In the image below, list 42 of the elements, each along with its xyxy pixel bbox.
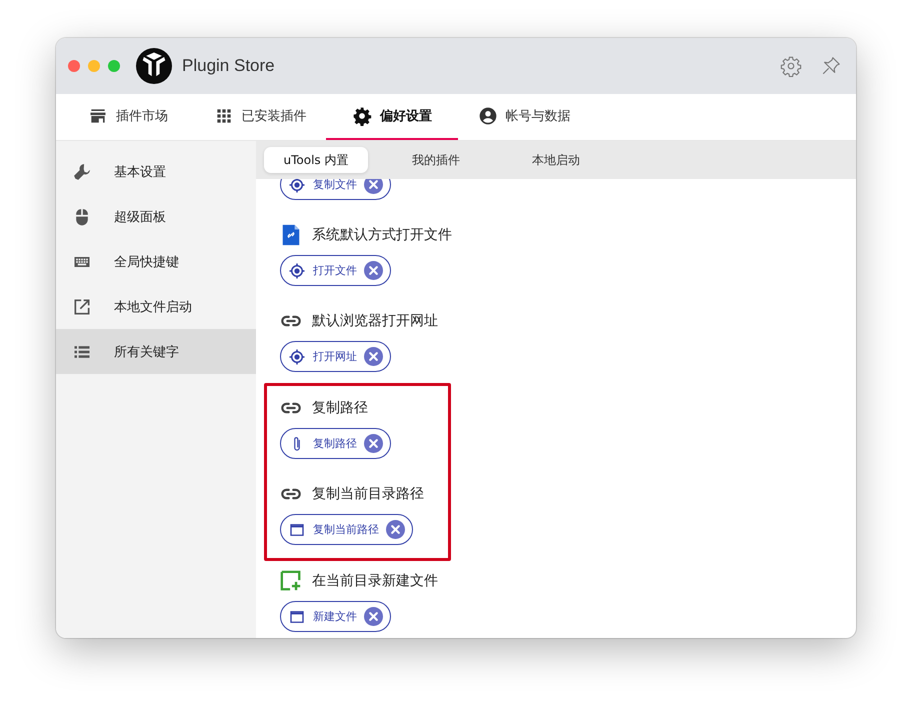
keyword-chip[interactable]: 新建文件 xyxy=(280,601,391,632)
pin-icon[interactable] xyxy=(820,55,842,77)
file-icon xyxy=(280,224,302,246)
target-icon xyxy=(288,179,306,194)
keyword-chip[interactable]: 复制当前路径 xyxy=(280,514,413,545)
logo-icon xyxy=(136,48,172,84)
account-icon xyxy=(478,106,498,126)
remove-icon[interactable] xyxy=(364,261,383,280)
sidebar-item[interactable]: 基本设置 xyxy=(56,149,256,194)
keyword-title: 复制当前目录路径 xyxy=(312,485,424,503)
target-icon xyxy=(288,262,306,280)
subtab[interactable]: uTools 内置 xyxy=(264,147,368,173)
remove-icon[interactable] xyxy=(364,434,383,453)
subtab[interactable]: 本地启动 xyxy=(504,147,608,173)
settings-icon[interactable] xyxy=(780,55,802,77)
remove-icon[interactable] xyxy=(364,179,383,194)
keyword-title: 系统默认方式打开文件 xyxy=(312,226,452,244)
sidebar-item[interactable]: 本地文件启动 xyxy=(56,284,256,329)
subtab[interactable]: 我的插件 xyxy=(384,147,488,173)
tab[interactable]: 帐号与数据 xyxy=(458,94,590,140)
remove-icon[interactable] xyxy=(364,607,383,626)
tab[interactable]: 插件市场 xyxy=(62,94,194,140)
keyword-title: 在当前目录新建文件 xyxy=(312,572,438,590)
target-icon xyxy=(288,348,306,366)
add-file-icon xyxy=(280,570,302,592)
sidebar-item[interactable]: 所有关键字 xyxy=(56,329,256,374)
keyword-title: 默认浏览器打开网址 xyxy=(312,312,438,330)
keyword-chip[interactable]: 打开文件 xyxy=(280,255,391,286)
tab[interactable]: 已安装插件 xyxy=(194,94,326,140)
keyword-chip[interactable]: 复制文件 xyxy=(280,179,391,200)
sidebar-item[interactable]: 全局快捷键 xyxy=(56,239,256,284)
wrench-icon xyxy=(72,162,92,182)
window-title: Plugin Store xyxy=(182,56,275,76)
keyword-title: 复制路径 xyxy=(312,399,368,417)
keyword-chip[interactable]: 复制路径 xyxy=(280,428,391,459)
remove-icon[interactable] xyxy=(364,347,383,366)
close-button[interactable] xyxy=(68,60,80,72)
gear-icon xyxy=(352,106,372,126)
external-link-icon xyxy=(72,296,92,316)
keyword-chip[interactable]: 打开网址 xyxy=(280,341,391,372)
remove-icon[interactable] xyxy=(386,520,405,539)
sidebar-item[interactable]: 超级面板 xyxy=(56,194,256,239)
